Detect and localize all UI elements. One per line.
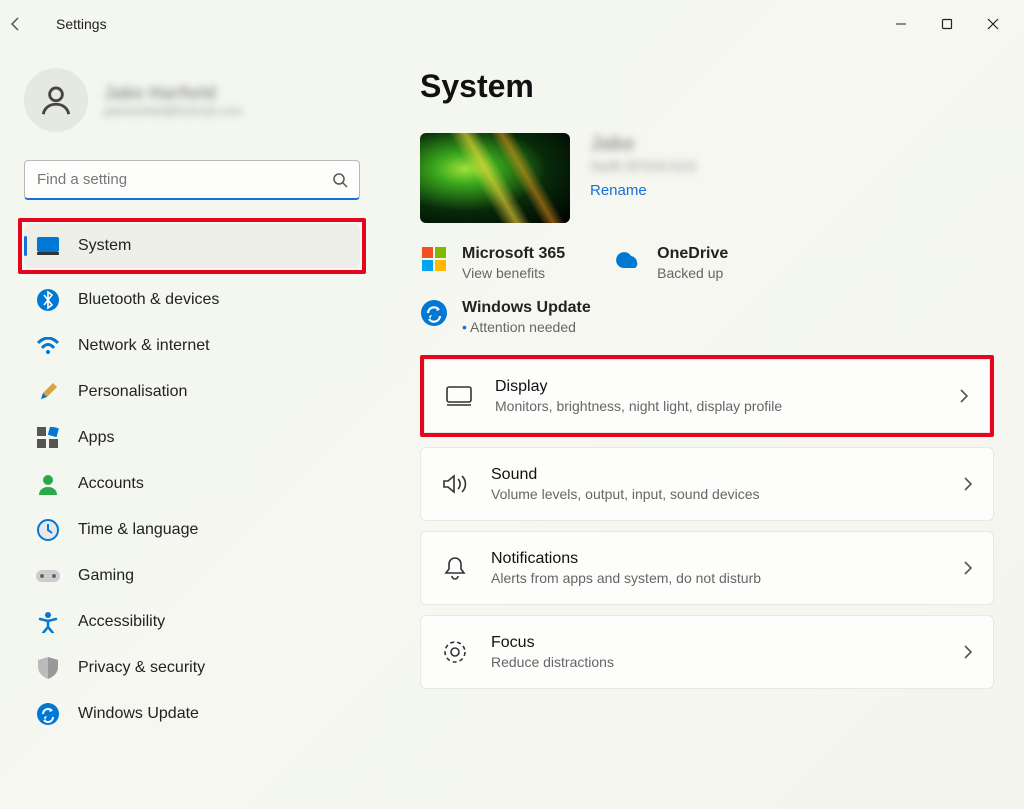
nav-network[interactable]: Network & internet <box>24 324 360 368</box>
status-sub: View benefits <box>462 265 565 281</box>
nav-label: Accounts <box>78 475 144 493</box>
nav-label: Accessibility <box>78 613 165 631</box>
setting-sound[interactable]: Sound Volume levels, output, input, soun… <box>420 447 994 521</box>
device-model: Swift SF316-51G <box>590 158 697 174</box>
status-title: OneDrive <box>657 245 728 263</box>
profile-email: jakeharfield@hotmail.com <box>104 104 242 118</box>
nav-gaming[interactable]: Gaming <box>24 554 360 598</box>
nav-personalisation[interactable]: Personalisation <box>24 370 360 414</box>
avatar <box>24 68 88 132</box>
nav-label: Apps <box>78 429 114 447</box>
accessibility-icon <box>36 610 60 634</box>
setting-title: Notifications <box>491 550 941 568</box>
ms365-icon <box>420 245 448 273</box>
profile-block[interactable]: Jake Harfield jakeharfield@hotmail.com <box>24 68 360 132</box>
nav-label: Personalisation <box>78 383 187 401</box>
focus-icon <box>441 640 469 664</box>
nav-label: Bluetooth & devices <box>78 291 219 309</box>
setting-title: Focus <box>491 634 941 652</box>
window-title: Settings <box>56 16 107 32</box>
minimize-button[interactable] <box>878 8 924 40</box>
close-button[interactable] <box>970 8 1016 40</box>
setting-sub: Reduce distractions <box>491 654 941 670</box>
profile-name: Jake Harfield <box>104 83 242 104</box>
nav-accounts[interactable]: Accounts <box>24 462 360 506</box>
display-icon <box>445 386 473 406</box>
update-icon <box>36 702 60 726</box>
nav-privacy[interactable]: Privacy & security <box>24 646 360 690</box>
nav-time[interactable]: Time & language <box>24 508 360 552</box>
nav-update[interactable]: Windows Update <box>24 692 360 736</box>
nav-accessibility[interactable]: Accessibility <box>24 600 360 644</box>
windows-update-icon <box>420 299 448 327</box>
status-title: Windows Update <box>462 299 591 317</box>
nav-apps[interactable]: Apps <box>24 416 360 460</box>
system-icon <box>36 234 60 258</box>
device-row: Jake Swift SF316-51G Rename <box>420 133 994 223</box>
setting-notifications[interactable]: Notifications Alerts from apps and syste… <box>420 531 994 605</box>
setting-title: Display <box>495 378 937 396</box>
page-title: System <box>420 68 994 105</box>
highlight-display: Display Monitors, brightness, night ligh… <box>420 355 994 437</box>
chevron-right-icon <box>963 476 973 492</box>
chevron-right-icon <box>963 644 973 660</box>
shield-icon <box>36 656 60 680</box>
chevron-right-icon <box>963 560 973 576</box>
accounts-icon <box>36 472 60 496</box>
chevron-right-icon <box>959 388 969 404</box>
device-name: Jake <box>590 133 697 156</box>
sidebar: Jake Harfield jakeharfield@hotmail.com S… <box>0 48 380 809</box>
settings-list: Display Monitors, brightness, night ligh… <box>420 355 994 689</box>
nav-label: Time & language <box>78 521 198 539</box>
setting-focus[interactable]: Focus Reduce distractions <box>420 615 994 689</box>
brush-icon <box>36 380 60 404</box>
setting-display[interactable]: Display Monitors, brightness, night ligh… <box>424 359 990 433</box>
rename-link[interactable]: Rename <box>590 182 647 199</box>
nav-bluetooth[interactable]: Bluetooth & devices <box>24 278 360 322</box>
search-input[interactable] <box>24 160 360 200</box>
maximize-button[interactable] <box>924 8 970 40</box>
onedrive-icon <box>615 245 643 273</box>
clock-icon <box>36 518 60 542</box>
nav-label: Windows Update <box>78 705 199 723</box>
status-sub: Attention needed <box>462 319 591 335</box>
nav-label: Privacy & security <box>78 659 205 677</box>
status-sub: Backed up <box>657 265 728 281</box>
bell-icon <box>441 556 469 580</box>
device-thumbnail <box>420 133 570 223</box>
nav-label: Gaming <box>78 567 134 585</box>
main-panel: System Jake Swift SF316-51G Rename Micro… <box>380 48 1024 809</box>
setting-sub: Monitors, brightness, night light, displ… <box>495 398 937 414</box>
status-ms365[interactable]: Microsoft 365 View benefits <box>420 245 565 281</box>
gamepad-icon <box>36 564 60 588</box>
nav-label: Network & internet <box>78 337 210 355</box>
bluetooth-icon <box>36 288 60 312</box>
titlebar: Settings <box>0 0 1024 48</box>
setting-sub: Volume levels, output, input, sound devi… <box>491 486 941 502</box>
nav-label: System <box>78 237 131 255</box>
wifi-icon <box>36 334 60 358</box>
highlight-system: System <box>18 218 366 274</box>
status-onedrive[interactable]: OneDrive Backed up <box>615 245 728 281</box>
status-update[interactable]: Windows Update Attention needed <box>420 299 591 335</box>
nav-system[interactable]: System <box>24 224 360 268</box>
apps-icon <box>36 426 60 450</box>
setting-title: Sound <box>491 466 941 484</box>
sound-icon <box>441 473 469 495</box>
setting-sub: Alerts from apps and system, do not dist… <box>491 570 941 586</box>
status-title: Microsoft 365 <box>462 245 565 263</box>
nav-list: System Bluetooth & devices Network & int… <box>24 220 360 736</box>
search-icon <box>332 172 348 188</box>
back-button[interactable] <box>8 16 48 32</box>
